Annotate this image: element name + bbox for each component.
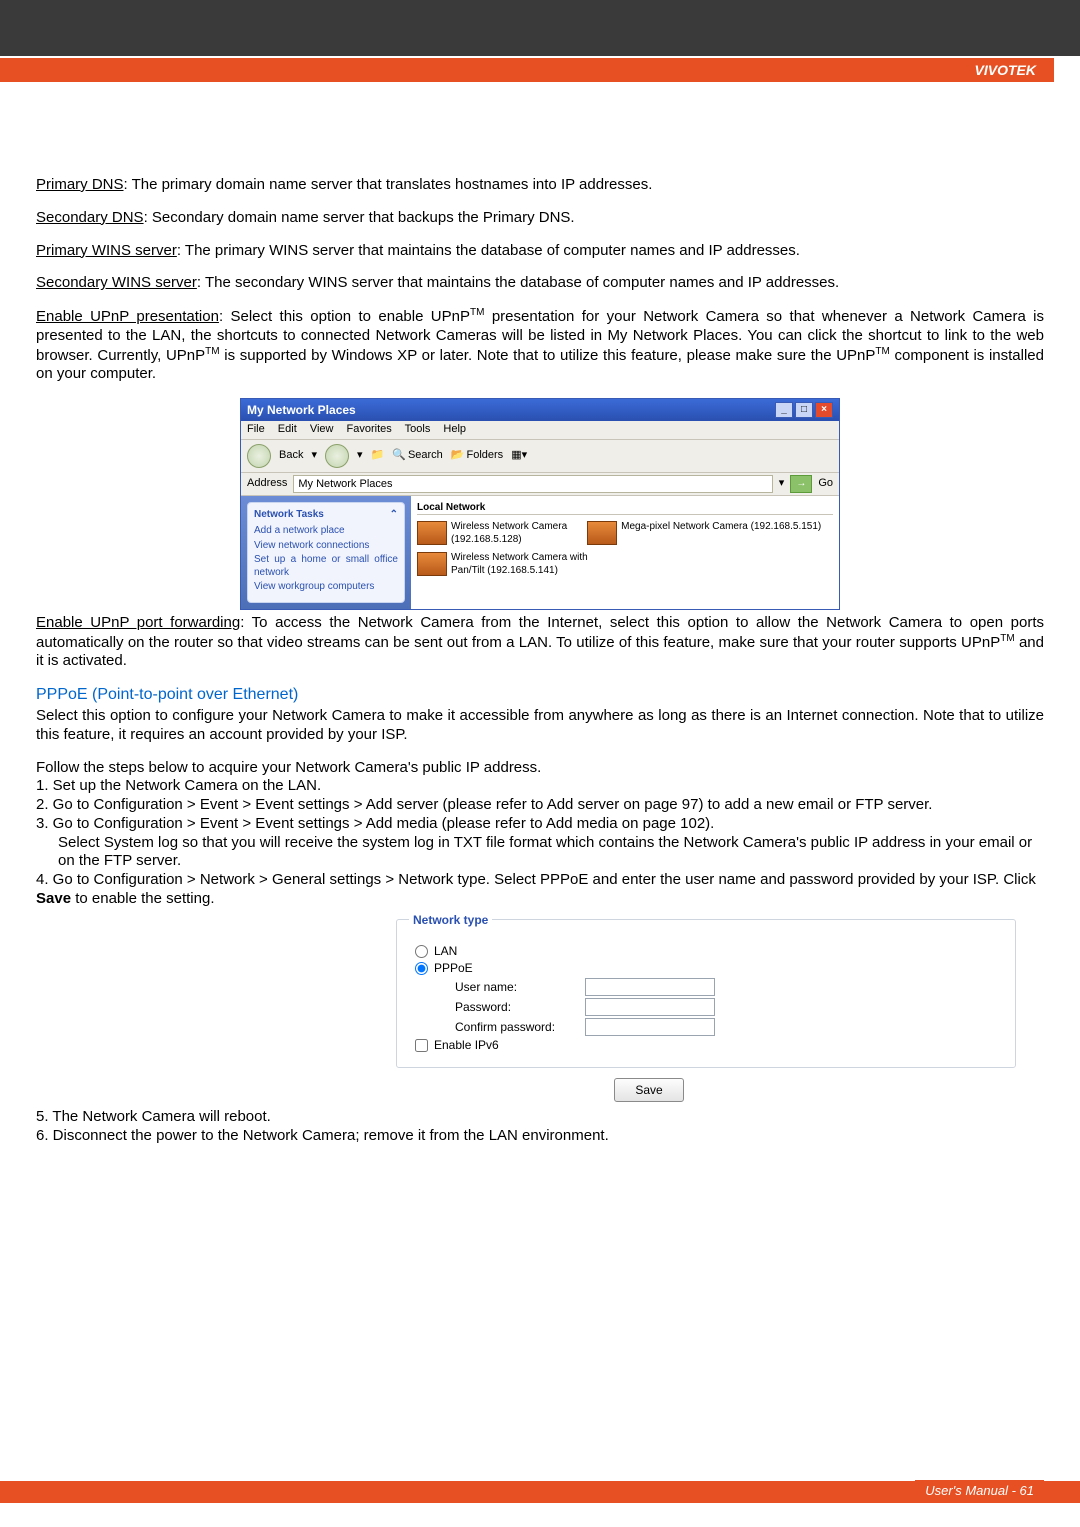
folders-button[interactable]: 📂Folders: [451, 449, 503, 463]
para-secondary-dns: Secondary DNS: Secondary domain name ser…: [36, 209, 1044, 228]
back-label[interactable]: Back: [279, 449, 303, 463]
page-footer: User's Manual - 61: [915, 1480, 1044, 1501]
close-button[interactable]: ×: [815, 402, 833, 418]
local-network-header: Local Network: [417, 502, 833, 516]
task-link[interactable]: View network connections: [254, 540, 398, 553]
document-page: VIVOTEK Primary DNS: The primary domain …: [0, 0, 1080, 1527]
step-1: 1. Set up the Network Camera on the LAN.: [36, 777, 1044, 796]
pppoe-radio[interactable]: [415, 962, 428, 975]
save-button[interactable]: Save: [614, 1078, 684, 1102]
explorer-main: Local Network Wireless Network Camera(19…: [411, 496, 839, 609]
network-item[interactable]: Wireless Network Camera withPan/Tilt (19…: [417, 552, 833, 577]
term: Enable UPnP presentation: [36, 308, 219, 325]
step-5: 5. The Network Camera will reboot.: [36, 1108, 1044, 1127]
collapse-icon[interactable]: ⌃: [390, 509, 398, 522]
term: Secondary DNS: [36, 209, 144, 226]
para-secondary-wins: Secondary WINS server: The secondary WIN…: [36, 274, 1044, 293]
menu-item[interactable]: Edit: [278, 423, 297, 435]
step-3b: Select System log so that you will recei…: [58, 834, 1044, 872]
ipv6-checkbox[interactable]: [415, 1039, 428, 1052]
views-button[interactable]: ▦▾: [511, 449, 527, 463]
explorer-window: My Network Places _ □ × File Edit View F…: [240, 398, 840, 610]
ipv6-option[interactable]: Enable IPv6: [415, 1038, 997, 1053]
term: Enable UPnP port forwarding: [36, 614, 240, 631]
menu-item[interactable]: Tools: [405, 423, 431, 435]
camera-icon: [587, 521, 617, 545]
para-primary-wins: Primary WINS server: The primary WINS se…: [36, 242, 1044, 261]
pppoe-heading: PPPoE (Point-to-point over Ethernet): [36, 685, 1044, 705]
address-label: Address: [247, 477, 287, 491]
task-link[interactable]: View workgroup computers: [254, 581, 398, 594]
step-3: 3. Go to Configuration > Event > Event s…: [36, 815, 1044, 834]
brand-strip: VIVOTEK: [0, 58, 1054, 82]
password-input[interactable]: [585, 998, 715, 1016]
back-icon[interactable]: [247, 444, 271, 468]
pppoe-follow: Follow the steps below to acquire your N…: [36, 759, 1044, 778]
address-bar: Address ▾ → Go: [241, 473, 839, 496]
term: Primary WINS server: [36, 242, 177, 259]
pppoe-intro: Select this option to configure your Net…: [36, 707, 1044, 745]
camera-icon: [417, 521, 447, 545]
task-link[interactable]: Add a network place: [254, 525, 398, 538]
username-input[interactable]: [585, 978, 715, 996]
tool-bar: Back ▾ ▾ 📁 🔍Search 📂Folders ▦▾: [241, 440, 839, 473]
menu-bar: File Edit View Favorites Tools Help: [241, 421, 839, 440]
network-type-panel: Network type LAN PPPoE User name: Passwo…: [396, 919, 1016, 1069]
lan-option[interactable]: LAN: [415, 944, 997, 959]
go-button[interactable]: →: [790, 475, 812, 493]
explorer-sidebar: Network Tasks ⌃ Add a network place View …: [241, 496, 411, 609]
brand-text: VIVOTEK: [975, 62, 1036, 78]
search-button[interactable]: 🔍Search: [392, 449, 443, 463]
maximize-button[interactable]: □: [795, 402, 813, 418]
menu-item[interactable]: File: [247, 423, 265, 435]
confirm-label: Confirm password:: [455, 1020, 585, 1035]
para-upnp-presentation: Enable UPnP presentation: Select this op…: [36, 307, 1044, 384]
up-icon[interactable]: 📁: [371, 449, 385, 463]
network-item[interactable]: Mega-pixel Network Camera (192.168.5.151…: [587, 521, 821, 546]
lan-radio[interactable]: [415, 945, 428, 958]
forward-icon[interactable]: [325, 444, 349, 468]
network-tasks: Network Tasks ⌃ Add a network place View …: [247, 502, 405, 603]
password-label: Password:: [455, 1000, 585, 1015]
window-title: My Network Places: [247, 403, 356, 418]
title-bar: My Network Places _ □ ×: [241, 399, 839, 421]
para-primary-dns: Primary DNS: The primary domain name ser…: [36, 176, 1044, 195]
menu-item[interactable]: View: [310, 423, 334, 435]
top-bar: [0, 0, 1080, 56]
confirm-input[interactable]: [585, 1018, 715, 1036]
step-4: 4. Go to Configuration > Network > Gener…: [36, 871, 1044, 909]
camera-icon: [417, 552, 447, 576]
minimize-button[interactable]: _: [775, 402, 793, 418]
task-link[interactable]: Set up a home or small office network: [254, 554, 398, 579]
term: Primary DNS: [36, 176, 124, 193]
para-upnp-forwarding: Enable UPnP port forwarding: To access t…: [36, 614, 1044, 671]
tasks-header: Network Tasks: [254, 509, 324, 522]
network-item[interactable]: Wireless Network Camera(192.168.5.128): [417, 521, 567, 546]
step-6: 6. Disconnect the power to the Network C…: [36, 1127, 1044, 1146]
menu-item[interactable]: Favorites: [347, 423, 392, 435]
pppoe-option[interactable]: PPPoE: [415, 961, 997, 976]
term: Secondary WINS server: [36, 274, 197, 291]
menu-item[interactable]: Help: [443, 423, 466, 435]
fieldset-legend: Network type: [409, 913, 492, 928]
go-label: Go: [818, 477, 833, 491]
address-input[interactable]: [293, 475, 772, 493]
username-label: User name:: [455, 980, 585, 995]
step-2: 2. Go to Configuration > Event > Event s…: [36, 796, 1044, 815]
